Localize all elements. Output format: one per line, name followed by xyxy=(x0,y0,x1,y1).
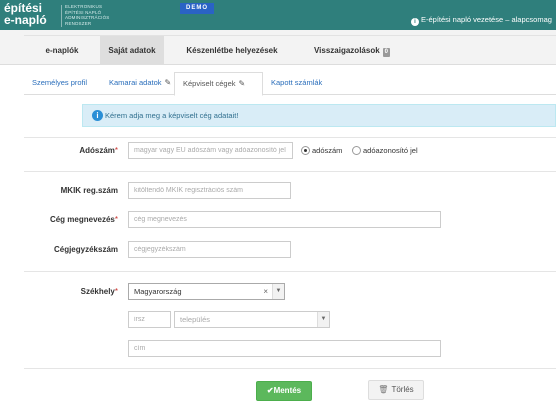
logo-divider xyxy=(61,5,62,27)
mkik-input[interactable] xyxy=(128,182,291,199)
mkik-label: MKIK reg.szám xyxy=(60,186,118,195)
logo-text: építési e-napló xyxy=(4,2,47,26)
count-badge: 0 xyxy=(382,48,390,57)
tab-label: Képviselt cégek xyxy=(183,79,236,88)
radio-label: adószám xyxy=(312,146,343,155)
logo-subtitle: ELEKTRONIKUS ÉPÍTÉSI NAPLÓ ADMINISZTRÁCI… xyxy=(65,4,110,26)
save-label: Mentés xyxy=(273,386,302,395)
app-logo[interactable]: építési e-napló ELEKTRONIKUS ÉPÍTÉSI NAP… xyxy=(4,2,132,28)
role-text: E-építési napló vezetése – alapcsomag xyxy=(421,15,552,24)
radio-selected xyxy=(301,146,310,155)
tab-kapott-szamlak[interactable]: Kapott számlák xyxy=(271,72,322,95)
nav-item-visszaigazolasok[interactable]: Visszaigazolások 0 xyxy=(304,36,400,65)
zip-input[interactable] xyxy=(128,311,171,328)
chevron-down-icon[interactable]: ▼ xyxy=(272,284,284,299)
logo-sub-line: ADMINISZTRÁCIÓS xyxy=(65,15,110,20)
tab-kamarai-adatok[interactable]: Kamarai adatok ✎ xyxy=(109,72,171,95)
top-bar: építési e-napló ELEKTRONIKUS ÉPÍTÉSI NAP… xyxy=(0,0,556,30)
radio-adoszam[interactable]: adószám xyxy=(301,146,342,155)
pencil-icon: ✎ xyxy=(164,78,172,87)
szekhely-label: Székhely* xyxy=(18,287,118,296)
cegjegyzek-label: Cégjegyzékszám xyxy=(53,245,118,254)
adoszam-input[interactable] xyxy=(128,142,293,159)
main-nav-bar: e-naplók Saját adatok Készenlétbe helyez… xyxy=(24,35,556,65)
clear-icon[interactable]: × xyxy=(263,284,268,299)
required-mark: * xyxy=(114,146,118,155)
required-mark: * xyxy=(114,215,118,224)
divider xyxy=(24,171,556,172)
pencil-icon: ✎ xyxy=(238,79,246,88)
role-indicator[interactable]: i E-építési napló vezetése – alapcsomag xyxy=(411,15,552,26)
info-icon: i xyxy=(411,18,419,26)
divider xyxy=(24,368,556,369)
divider xyxy=(24,271,556,272)
main-nav: e-naplók Saját adatok Készenlétbe helyez… xyxy=(0,30,556,65)
adoszam-label: Adószám* xyxy=(18,146,118,155)
adoszam-label-text: Adószám xyxy=(79,146,115,155)
demo-badge: DEMO xyxy=(180,3,214,14)
check-icon: ✔ xyxy=(266,386,274,395)
szekhely-label-text: Székhely xyxy=(80,287,115,296)
city-placeholder: település xyxy=(180,315,211,324)
divider xyxy=(24,137,556,138)
cegjegyzek-input[interactable] xyxy=(128,241,291,258)
nav-item-keszenletbe[interactable]: Készenlétbe helyezések xyxy=(170,36,294,65)
save-button[interactable]: ✔Mentés xyxy=(256,381,312,401)
sub-tabs: Személyes profil Kamarai adatok ✎ Képvise… xyxy=(24,72,556,96)
delete-label: Törlés xyxy=(391,385,414,394)
radio-adoazonosito[interactable]: adóazonosító jel xyxy=(352,146,418,155)
tab-label: Kamarai adatok xyxy=(109,78,162,87)
ceg-nev-label-text: Cég megnevezés xyxy=(49,215,115,224)
info-alert: i Kérem adja meg a képviselt cég adatait… xyxy=(82,104,556,127)
trash-icon: 🗑 xyxy=(378,385,389,394)
nav-item-label: Visszaigazolások xyxy=(313,46,380,55)
tab-kepviselt-cegek[interactable]: Képviselt cégek ✎ xyxy=(174,72,263,96)
country-select[interactable]: Magyarország × ▼ xyxy=(128,283,285,300)
delete-button[interactable]: 🗑 Törlés xyxy=(368,380,424,400)
city-select[interactable]: település ▼ xyxy=(174,311,330,328)
nav-item-sajat-adatok[interactable]: Saját adatok xyxy=(100,36,164,65)
address-input[interactable] xyxy=(128,340,441,357)
radio-label: adóazonosító jel xyxy=(363,146,418,155)
logo-sub-line: RENDSZER xyxy=(65,20,92,26)
ceg-nev-label: Cég megnevezés* xyxy=(18,215,118,224)
radio-unselected xyxy=(352,146,361,155)
info-message: Kérem adja meg a képviselt cég adatait! xyxy=(105,111,239,120)
nav-item-enaplok[interactable]: e-naplók xyxy=(30,36,94,65)
country-value: Magyarország xyxy=(134,287,182,296)
chevron-down-icon[interactable]: ▼ xyxy=(317,312,329,327)
info-icon: i xyxy=(92,110,103,121)
logo-line-2: e-napló xyxy=(4,13,47,27)
required-mark: * xyxy=(114,287,118,296)
ceg-nev-input[interactable] xyxy=(128,211,441,228)
tab-szemelyes-profil[interactable]: Személyes profil xyxy=(32,72,87,95)
